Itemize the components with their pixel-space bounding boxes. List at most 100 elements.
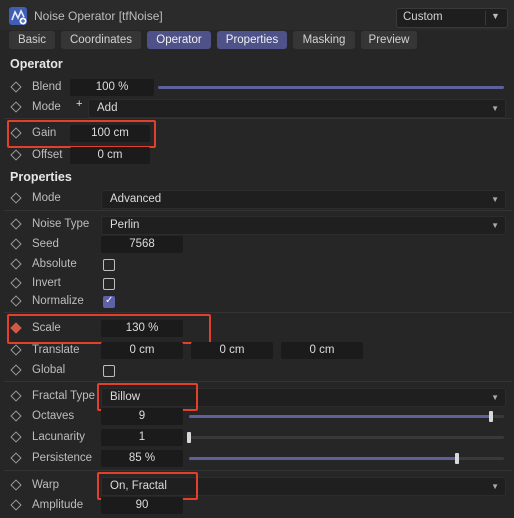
offset-field[interactable]: 0 cm <box>70 147 150 164</box>
translate-y-field[interactable]: 0 cm <box>191 342 273 359</box>
tab-basic[interactable]: Basic <box>9 31 55 49</box>
operator-mode-dropdown[interactable]: Add ▼ <box>88 99 506 118</box>
divider <box>4 381 512 382</box>
keyframe-diamond-icon[interactable] <box>10 410 22 422</box>
prop-mode-row: Mode Advanced ▼ <box>0 189 514 209</box>
operator-mode-value: Add <box>97 102 118 114</box>
persistence-row: Persistence 85 % <box>0 449 514 469</box>
absolute-checkbox[interactable] <box>103 259 115 271</box>
keyframe-diamond-icon[interactable] <box>10 238 22 250</box>
preset-value: Custom <box>403 11 443 23</box>
seed-label: Seed <box>32 238 59 250</box>
keyframe-diamond-icon[interactable] <box>10 499 22 511</box>
noise-operator-icon <box>9 7 27 25</box>
amplitude-field[interactable]: 90 <box>101 497 183 514</box>
add-mode-icon: + <box>76 98 83 110</box>
tab-bar: Basic Coordinates Operator Properties Ma… <box>0 31 514 53</box>
normalize-row: Normalize ✓ <box>0 292 514 312</box>
mode-row: Mode + Add ▼ <box>0 98 514 118</box>
keyframe-diamond-icon[interactable] <box>10 192 22 204</box>
chevron-down-icon: ▼ <box>491 11 500 21</box>
lacunarity-field[interactable]: 1 <box>101 429 183 446</box>
translate-z-field[interactable]: 0 cm <box>281 342 363 359</box>
global-checkbox[interactable] <box>103 365 115 377</box>
blend-row: Blend 100 % <box>0 78 514 98</box>
invert-checkbox[interactable] <box>103 278 115 290</box>
fractal-type-label: Fractal Type <box>32 390 96 402</box>
octaves-slider-knob[interactable] <box>489 411 494 422</box>
keyframe-diamond-icon[interactable] <box>10 479 22 491</box>
seed-field[interactable]: 7568 <box>101 236 183 253</box>
chevron-down-icon: ▼ <box>491 393 499 402</box>
preset-separator <box>485 11 486 25</box>
offset-label: Offset <box>32 149 63 161</box>
divider <box>4 312 512 313</box>
scale-highlight-box <box>7 314 211 344</box>
warp-row: Warp On, Fractal ▼ <box>0 476 514 496</box>
normalize-checkbox[interactable]: ✓ <box>103 295 115 308</box>
noise-type-label: Noise Type <box>32 218 90 230</box>
tab-operator[interactable]: Operator <box>147 31 211 49</box>
keyframe-diamond-icon[interactable] <box>10 277 22 289</box>
amplitude-label: Amplitude <box>32 499 84 511</box>
persistence-label: Persistence <box>32 452 93 464</box>
chevron-down-icon: ▼ <box>491 221 499 230</box>
prop-mode-label: Mode <box>32 192 61 204</box>
warp-label: Warp <box>32 479 60 491</box>
keyframe-diamond-icon[interactable] <box>10 149 22 161</box>
persistence-slider-fill <box>189 457 457 460</box>
octaves-slider-fill <box>189 415 492 418</box>
octaves-row: Octaves 9 <box>0 407 514 427</box>
keyframe-diamond-icon[interactable] <box>10 390 22 402</box>
tab-properties[interactable]: Properties <box>217 31 287 49</box>
divider <box>4 470 512 471</box>
noise-type-row: Noise Type Perlin ▼ <box>0 215 514 235</box>
persistence-slider[interactable] <box>189 453 504 464</box>
noise-type-dropdown[interactable]: Perlin ▼ <box>101 216 506 235</box>
keyframe-diamond-icon[interactable] <box>10 81 22 93</box>
blend-label: Blend <box>32 81 62 93</box>
tab-masking[interactable]: Masking <box>293 31 355 49</box>
tab-coordinates[interactable]: Coordinates <box>61 31 141 49</box>
mode-label: Mode <box>32 101 61 113</box>
octaves-slider[interactable] <box>189 411 504 422</box>
keyframe-diamond-icon[interactable] <box>10 431 22 443</box>
gain-highlight-box <box>7 120 156 148</box>
blend-slider-fill <box>158 86 504 89</box>
preset-dropdown[interactable]: Custom ▼ <box>396 8 508 28</box>
normalize-label: Normalize <box>32 295 84 307</box>
operator-heading: Operator <box>10 57 63 71</box>
translate-label: Translate <box>32 344 80 356</box>
keyframe-diamond-icon[interactable] <box>10 258 22 270</box>
chevron-down-icon: ▼ <box>491 104 499 113</box>
keyframe-diamond-icon[interactable] <box>10 452 22 464</box>
keyframe-diamond-icon[interactable] <box>10 344 22 356</box>
chevron-down-icon: ▼ <box>491 195 499 204</box>
properties-heading: Properties <box>10 170 72 184</box>
octaves-label: Octaves <box>32 410 75 422</box>
lacunarity-row: Lacunarity 1 <box>0 428 514 448</box>
translate-row: Translate 0 cm 0 cm 0 cm <box>0 341 514 361</box>
persistence-slider-knob[interactable] <box>454 453 459 464</box>
keyframe-diamond-icon[interactable] <box>10 101 22 113</box>
amplitude-row: Amplitude 90 <box>0 496 514 516</box>
persistence-field[interactable]: 85 % <box>101 450 183 467</box>
window-title: Noise Operator [tfNoise] <box>34 9 163 23</box>
blend-field[interactable]: 100 % <box>70 79 154 96</box>
tab-preview[interactable]: Preview <box>361 31 417 49</box>
octaves-field[interactable]: 9 <box>101 408 183 425</box>
checkmark-icon: ✓ <box>105 295 114 306</box>
keyframe-diamond-icon[interactable] <box>10 218 22 230</box>
lacunarity-slider-knob[interactable] <box>187 432 191 443</box>
keyframe-diamond-icon[interactable] <box>10 364 22 376</box>
absolute-row: Absolute <box>0 255 514 275</box>
lacunarity-slider[interactable] <box>187 432 504 443</box>
invert-row: Invert <box>0 274 514 294</box>
offset-row: Offset 0 cm <box>0 146 514 166</box>
translate-x-field[interactable]: 0 cm <box>101 342 183 359</box>
properties-mode-dropdown[interactable]: Advanced ▼ <box>101 190 506 209</box>
divider <box>4 210 512 211</box>
divider <box>4 118 512 119</box>
keyframe-diamond-icon[interactable] <box>10 295 22 307</box>
blend-slider[interactable] <box>158 86 504 89</box>
